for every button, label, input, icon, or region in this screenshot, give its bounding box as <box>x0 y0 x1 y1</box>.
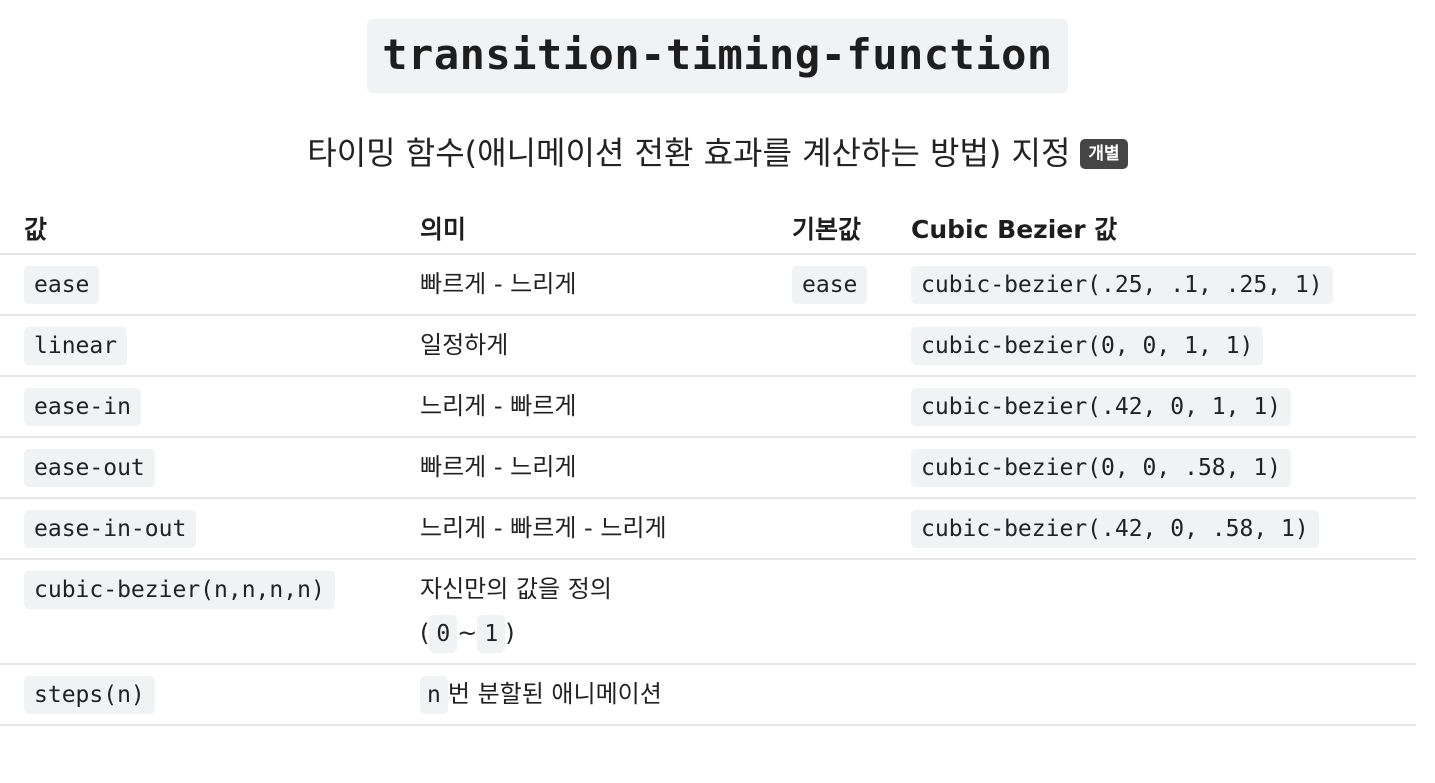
cell-meaning: 빠르게 - 느리게 <box>396 254 768 316</box>
cell-value: steps(n) <box>0 664 396 726</box>
table-header-row: 값 의미 기본값 Cubic Bezier 값 <box>0 203 1416 255</box>
cell-value: ease <box>0 254 396 316</box>
value-code: ease <box>24 266 100 304</box>
header-cubic-bezier: Cubic Bezier 값 <box>911 203 1416 255</box>
range-open: ( <box>420 619 430 647</box>
cell-bezier: cubic-bezier(0, 0, .58, 1) <box>911 437 1416 499</box>
range-sep: ~ <box>457 619 478 647</box>
table-row: ease-in-out 느리게 - 빠르게 - 느리게 cubic-bezier… <box>0 498 1416 560</box>
subtitle-text: 타이밍 함수(애니메이션 전환 효과를 계산하는 방법) 지정 <box>307 134 1071 172</box>
cell-value: ease-in-out <box>0 498 396 560</box>
header-default: 기본값 <box>768 203 911 255</box>
cell-default <box>768 664 911 726</box>
value-code: linear <box>24 327 128 365</box>
timing-function-table: 값 의미 기본값 Cubic Bezier 값 ease 빠르게 - 느리게 e… <box>0 203 1416 726</box>
value-code: ease-in <box>24 388 141 426</box>
cell-bezier: cubic-bezier(0, 0, 1, 1) <box>911 315 1416 377</box>
cell-value: linear <box>0 315 396 377</box>
cell-bezier: cubic-bezier(.42, 0, .58, 1) <box>911 498 1416 560</box>
table-row: steps(n) n번 분할된 애니메이션 <box>0 664 1416 726</box>
cell-bezier <box>911 664 1416 726</box>
cell-default <box>768 315 911 377</box>
table-row: ease-out 빠르게 - 느리게 cubic-bezier(0, 0, .5… <box>0 437 1416 499</box>
cell-value: ease-in <box>0 376 396 438</box>
header-value: 값 <box>0 203 396 255</box>
bezier-code: cubic-bezier(.42, 0, 1, 1) <box>911 388 1292 426</box>
cell-default <box>768 498 911 560</box>
page-title: transition-timing-function <box>367 19 1068 93</box>
individual-badge: 개별 <box>1080 139 1128 169</box>
cell-meaning: 느리게 - 빠르게 <box>396 376 768 438</box>
bezier-code: cubic-bezier(0, 0, .58, 1) <box>911 449 1292 487</box>
cell-bezier: cubic-bezier(.25, .1, .25, 1) <box>911 254 1416 316</box>
bezier-code: cubic-bezier(.42, 0, .58, 1) <box>911 510 1319 548</box>
meaning-text: 자신만의 값을 정의 <box>420 575 612 603</box>
cell-default <box>768 437 911 499</box>
cell-meaning: 자신만의 값을 정의 (0 ~1) <box>396 559 768 665</box>
value-code: ease-in-out <box>24 510 197 548</box>
cell-meaning: 빠르게 - 느리게 <box>396 437 768 499</box>
cell-default <box>768 376 911 438</box>
cell-bezier: cubic-bezier(.42, 0, 1, 1) <box>911 376 1416 438</box>
page-subtitle: 타이밍 함수(애니메이션 전환 효과를 계산하는 방법) 지정 개별 <box>0 130 1435 176</box>
cell-meaning: 일정하게 <box>396 315 768 377</box>
bezier-code: cubic-bezier(.25, .1, .25, 1) <box>911 266 1333 304</box>
value-code: cubic-bezier(n,n,n,n) <box>24 571 335 609</box>
cell-meaning: n번 분할된 애니메이션 <box>396 664 768 726</box>
header-meaning: 의미 <box>396 203 768 255</box>
cell-meaning: 느리게 - 빠르게 - 느리게 <box>396 498 768 560</box>
table-row: ease-in 느리게 - 빠르게 cubic-bezier(.42, 0, 1… <box>0 376 1416 438</box>
bezier-code: cubic-bezier(0, 0, 1, 1) <box>911 327 1264 365</box>
default-code: ease <box>792 266 868 304</box>
cell-default: ease <box>768 254 911 316</box>
table-row: linear 일정하게 cubic-bezier(0, 0, 1, 1) <box>0 315 1416 377</box>
value-code: steps(n) <box>24 676 155 714</box>
range-from-code: 0 <box>429 615 458 653</box>
table-row: cubic-bezier(n,n,n,n) 자신만의 값을 정의 (0 ~1) <box>0 559 1416 665</box>
cell-default <box>768 559 911 665</box>
value-code: ease-out <box>24 449 155 487</box>
title-container: transition-timing-function <box>0 19 1435 93</box>
meaning-code: n <box>420 676 448 714</box>
cell-value: cubic-bezier(n,n,n,n) <box>0 559 396 665</box>
cell-bezier <box>911 559 1416 665</box>
range-to-code: 1 <box>477 615 506 653</box>
cell-value: ease-out <box>0 437 396 499</box>
range-close: ) <box>505 619 515 647</box>
meaning-text: 번 분할된 애니메이션 <box>447 680 662 708</box>
table-row: ease 빠르게 - 느리게 ease cubic-bezier(.25, .1… <box>0 254 1416 316</box>
